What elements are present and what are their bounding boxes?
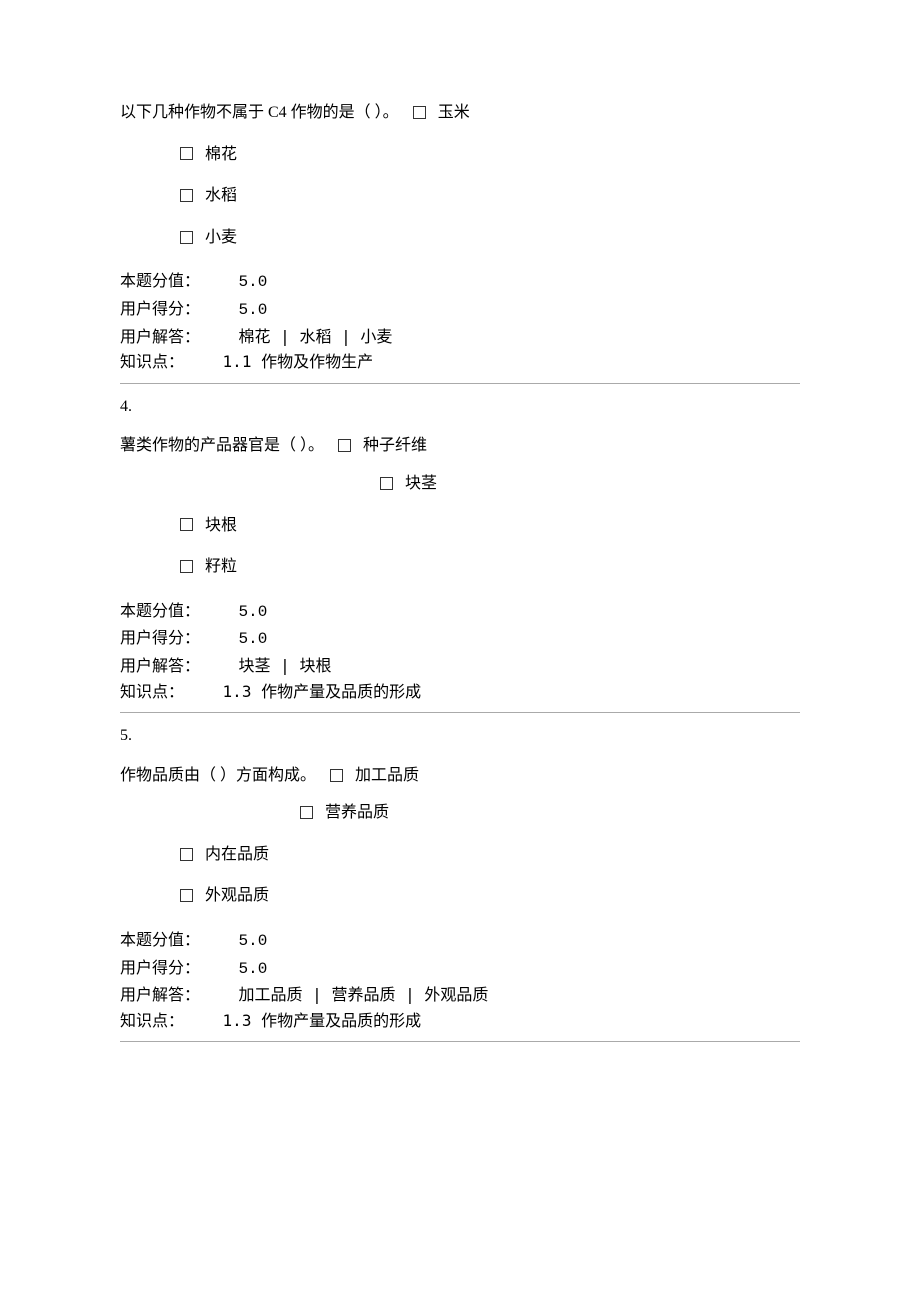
- checkbox-icon[interactable]: [180, 231, 193, 244]
- option-label: 外观品质: [205, 887, 269, 904]
- score-row: 本题分值： 5.0: [120, 927, 800, 955]
- option-label: 内在品质: [205, 846, 269, 863]
- option-c: 内在品质: [180, 842, 800, 868]
- question-stem: 薯类作物的产品器官是（ ）。 种子纤维: [120, 433, 800, 459]
- stem-text: 以下几种作物不属于 C4 作物的是（ ）。: [120, 104, 399, 121]
- option-label: 营养品质: [325, 804, 389, 821]
- checkbox-icon[interactable]: [413, 106, 426, 119]
- checkbox-icon[interactable]: [180, 848, 193, 861]
- option-b: 棉花: [180, 142, 800, 168]
- user-score-row: 用户得分： 5.0: [120, 955, 800, 983]
- user-score-row: 用户得分： 5.0: [120, 296, 800, 324]
- option-label: 种子纤维: [363, 437, 427, 454]
- score-row: 本题分值： 5.0: [120, 268, 800, 296]
- divider: [120, 712, 800, 713]
- question-5: 5. 作物品质由（ ）方面构成。 加工品质 营养品质 内在品质 外观品质 本题分…: [120, 723, 800, 1033]
- option-c: 水稻: [180, 183, 800, 209]
- checkbox-icon[interactable]: [330, 769, 343, 782]
- option-b: 营养品质: [300, 800, 800, 826]
- option-d: 小麦: [180, 225, 800, 251]
- question-number: 4.: [120, 394, 800, 420]
- user-score-row: 用户得分： 5.0: [120, 625, 800, 653]
- option-label: 棉花: [205, 146, 237, 163]
- checkbox-icon[interactable]: [380, 477, 393, 490]
- checkbox-icon[interactable]: [180, 889, 193, 902]
- question-4: 4. 薯类作物的产品器官是（ ）。 种子纤维 块茎 块根 籽粒 本题分值： 5.…: [120, 394, 800, 704]
- option-label: 玉米: [438, 104, 470, 121]
- option-b: 块茎: [380, 471, 800, 497]
- stem-text: 薯类作物的产品器官是（ ）。: [120, 437, 324, 454]
- option-label: 水稻: [205, 187, 237, 204]
- stem-text: 作物品质由（ ）方面构成。: [120, 767, 316, 784]
- kp-row: 知识点： 1.3 作物产量及品质的形成: [120, 1008, 800, 1034]
- answer-row: 用户解答： 块茎 | 块根: [120, 653, 800, 679]
- checkbox-icon[interactable]: [300, 806, 313, 819]
- checkbox-icon[interactable]: [180, 189, 193, 202]
- option-d: 籽粒: [180, 554, 800, 580]
- option-d: 外观品质: [180, 883, 800, 909]
- option-a: 玉米: [413, 100, 470, 126]
- option-a: 加工品质: [330, 763, 419, 789]
- option-c: 块根: [180, 513, 800, 539]
- question-number: 5.: [120, 723, 800, 749]
- option-label: 块茎: [405, 475, 437, 492]
- checkbox-icon[interactable]: [180, 518, 193, 531]
- divider: [120, 383, 800, 384]
- answer-row: 用户解答： 棉花 | 水稻 | 小麦: [120, 324, 800, 350]
- checkbox-icon[interactable]: [180, 560, 193, 573]
- meta-block: 本题分值： 5.0 用户得分： 5.0 用户解答： 棉花 | 水稻 | 小麦 知…: [120, 268, 800, 374]
- meta-block: 本题分值： 5.0 用户得分： 5.0 用户解答： 块茎 | 块根 知识点： 1…: [120, 598, 800, 704]
- checkbox-icon[interactable]: [180, 147, 193, 160]
- option-label: 块根: [205, 517, 237, 534]
- checkbox-icon[interactable]: [338, 439, 351, 452]
- question-stem: 作物品质由（ ）方面构成。 加工品质: [120, 763, 800, 789]
- option-label: 小麦: [205, 229, 237, 246]
- kp-row: 知识点： 1.3 作物产量及品质的形成: [120, 679, 800, 705]
- question-stem: 以下几种作物不属于 C4 作物的是（ ）。 玉米: [120, 100, 800, 126]
- score-row: 本题分值： 5.0: [120, 598, 800, 626]
- divider: [120, 1041, 800, 1042]
- meta-block: 本题分值： 5.0 用户得分： 5.0 用户解答： 加工品质 | 营养品质 | …: [120, 927, 800, 1033]
- option-label: 籽粒: [205, 558, 237, 575]
- answer-row: 用户解答： 加工品质 | 营养品质 | 外观品质: [120, 982, 800, 1008]
- option-a: 种子纤维: [338, 433, 427, 459]
- kp-row: 知识点： 1.1 作物及作物生产: [120, 349, 800, 375]
- option-label: 加工品质: [355, 767, 419, 784]
- question-3: 以下几种作物不属于 C4 作物的是（ ）。 玉米 棉花 水稻 小麦 本题分值： …: [120, 100, 800, 375]
